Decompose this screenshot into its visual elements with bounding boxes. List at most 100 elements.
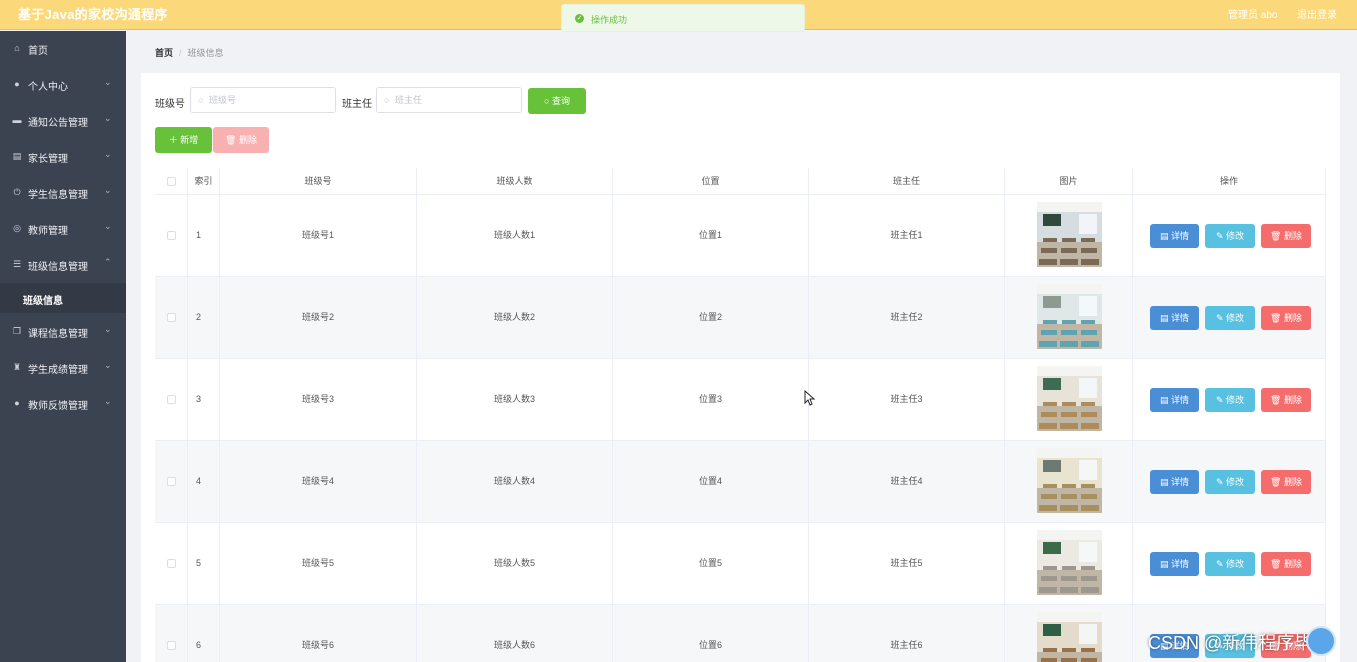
cell-count: 班级人数1 [417, 195, 613, 276]
row-select-cell [155, 523, 188, 604]
table-row: 2 班级号2 班级人数2 位置2 班主任2 ▤ 详情 ✎ 修改 🗑 删除 [155, 277, 1326, 359]
detail-button-label: 详情 [1171, 395, 1190, 405]
cell-location: 位置1 [613, 195, 809, 276]
add-button[interactable]: ＋ 新增 [155, 127, 212, 153]
classroom-photo[interactable] [1037, 202, 1102, 267]
classroom-photo[interactable] [1037, 612, 1102, 662]
cell-location: 位置3 [613, 359, 809, 440]
classroom-photo[interactable] [1037, 284, 1102, 349]
delete-button[interactable]: 🗑 删除 [1261, 552, 1311, 576]
sidebar-item-label: 班级信息管理 [28, 262, 88, 273]
document-icon: ▤ [1159, 313, 1171, 323]
sidebar-item-label: 课程信息管理 [28, 329, 88, 340]
search-icon: ○ [544, 96, 552, 106]
sidebar-item-teachers[interactable]: ◎ 教师管理 ⌄ [0, 211, 126, 247]
row-select-cell [155, 195, 188, 276]
sidebar-item-profile[interactable]: ● 个人中心 ⌄ [0, 67, 126, 103]
cell-count: 班级人数5 [417, 523, 613, 604]
cell-class-no: 班级号6 [220, 605, 417, 662]
query-button[interactable]: ○ 查询 [528, 88, 586, 114]
sidebar-item-notices[interactable]: ▬ 通知公告管理 ⌄ [0, 103, 126, 139]
row-checkbox[interactable] [167, 559, 176, 568]
detail-button[interactable]: ▤ 详情 [1150, 224, 1199, 248]
sidebar-subitem-label: 班级信息 [23, 296, 63, 307]
sidebar-item-label: 学生信息管理 [28, 190, 88, 201]
edit-button-label: 修改 [1226, 231, 1245, 241]
trash-icon: 🗑 [1270, 395, 1284, 405]
add-button-label: 新增 [180, 135, 199, 145]
detail-button[interactable]: ▤ 详情 [1150, 306, 1199, 330]
sidebar-item-parents[interactable]: ▤ 家长管理 ⌄ [0, 139, 126, 175]
row-checkbox[interactable] [167, 231, 176, 240]
sidebar-subitem-class-info[interactable]: 班级信息 [0, 283, 126, 313]
edit-button[interactable]: ✎ 修改 [1205, 388, 1255, 412]
row-checkbox[interactable] [167, 313, 176, 322]
detail-button[interactable]: ▤ 详情 [1150, 552, 1199, 576]
cell-index: 6 [188, 605, 220, 662]
sidebar: ⌂ 首页 ● 个人中心 ⌄ ▬ 通知公告管理 ⌄ ▤ 家长管理 ⌄ ⏻ 学生信息… [0, 31, 126, 662]
trash-icon: 🗑 [1270, 313, 1284, 323]
edit-button-label: 修改 [1226, 559, 1245, 569]
document-icon: ▤ [1159, 395, 1171, 405]
classroom-photo[interactable] [1037, 448, 1102, 513]
sidebar-item-classes[interactable]: ☰ 班级信息管理 ⌃ [0, 247, 126, 283]
class-no-input[interactable] [209, 93, 319, 107]
header-location: 位置 [613, 168, 809, 195]
sidebar-item-home[interactable]: ⌂ 首页 [0, 31, 126, 67]
cell-teacher: 班主任4 [809, 441, 1005, 522]
delete-button[interactable]: 🗑 删除 [1261, 224, 1311, 248]
edit-button-label: 修改 [1226, 395, 1245, 405]
header-count: 班级人数 [417, 168, 613, 195]
header-teacher: 班主任 [809, 168, 1005, 195]
sidebar-item-label: 通知公告管理 [28, 118, 88, 129]
row-checkbox[interactable] [167, 641, 176, 650]
sidebar-item-grades[interactable]: ♜ 学生成绩管理 ⌄ [0, 350, 126, 386]
sidebar-item-courses[interactable]: ❐ 课程信息管理 ⌄ [0, 314, 126, 350]
delete-button[interactable]: 🗑 删除 [1261, 470, 1311, 494]
teacher-input[interactable] [395, 93, 505, 107]
cell-count: 班级人数4 [417, 441, 613, 522]
select-all-checkbox[interactable] [167, 177, 176, 186]
delete-button[interactable]: 🗑 删除 [1261, 306, 1311, 330]
cell-index: 3 [188, 359, 220, 440]
sidebar-item-feedback[interactable]: ● 教师反馈管理 ⌄ [0, 386, 126, 422]
cell-class-no: 班级号3 [220, 359, 417, 440]
sidebar-item-students[interactable]: ⏻ 学生信息管理 ⌄ [0, 175, 126, 211]
detail-button-label: 详情 [1171, 477, 1190, 487]
pencil-icon: ✎ [1215, 395, 1227, 405]
search-icon: ○ [198, 95, 204, 105]
trash-icon: 🗑 [225, 135, 239, 145]
classroom-photo[interactable] [1037, 366, 1102, 431]
edit-button[interactable]: ✎ 修改 [1205, 306, 1255, 330]
trophy-icon: ♜ [12, 362, 22, 372]
cell-count: 班级人数3 [417, 359, 613, 440]
edit-button[interactable]: ✎ 修改 [1205, 470, 1255, 494]
home-icon: ⌂ [14, 43, 20, 53]
edit-button[interactable]: ✎ 修改 [1205, 224, 1255, 248]
sidebar-item-label: 家长管理 [28, 154, 68, 165]
delete-button[interactable]: 🗑 删除 [1261, 388, 1311, 412]
cell-teacher: 班主任1 [809, 195, 1005, 276]
logout-link[interactable]: 退出登录 [1297, 6, 1337, 21]
cell-teacher: 班主任2 [809, 277, 1005, 358]
plus-icon: ＋ [168, 135, 181, 145]
breadcrumb-home[interactable]: 首页 [155, 48, 173, 58]
batch-delete-button[interactable]: 🗑 删除 [213, 127, 269, 153]
teacher-field[interactable]: ○ [376, 87, 522, 113]
row-checkbox[interactable] [167, 477, 176, 486]
class-no-field[interactable]: ○ [190, 87, 336, 113]
classroom-photo[interactable] [1037, 530, 1102, 595]
class-no-label: 班级号 [155, 99, 185, 110]
check-circle-icon: ✓ [575, 14, 584, 23]
document-icon: ▤ [1159, 477, 1171, 487]
chevron-down-icon: ⌄ [104, 221, 112, 231]
cell-location: 位置4 [613, 441, 809, 522]
detail-button[interactable]: ▤ 详情 [1150, 388, 1199, 412]
detail-button[interactable]: ▤ 详情 [1150, 470, 1199, 494]
row-checkbox[interactable] [167, 395, 176, 404]
header-actions: 操作 [1133, 168, 1326, 195]
row-select-cell [155, 359, 188, 440]
edit-button[interactable]: ✎ 修改 [1205, 552, 1255, 576]
cell-index: 5 [188, 523, 220, 604]
table-row: 4 班级号4 班级人数4 位置4 班主任4 ▤ 详情 ✎ 修改 🗑 删除 [155, 441, 1326, 523]
